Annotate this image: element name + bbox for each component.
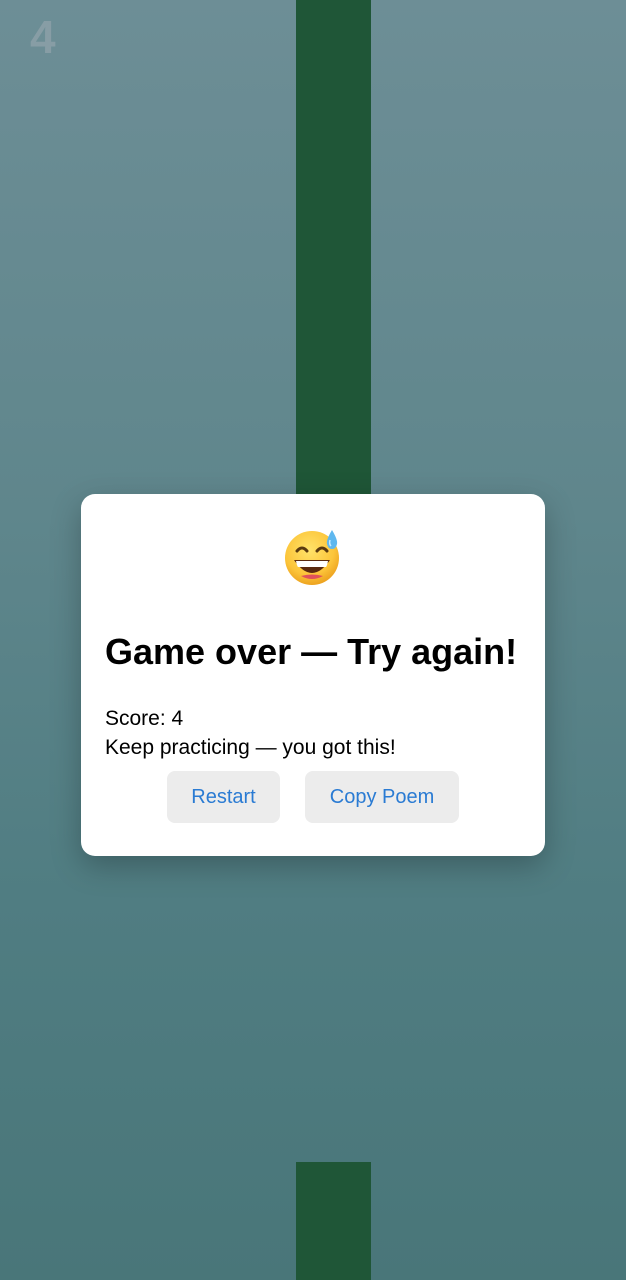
copy-poem-button[interactable]: Copy Poem xyxy=(305,771,459,823)
dialog-title: Game over — Try again! xyxy=(105,631,518,672)
score-counter: 4 xyxy=(30,11,56,63)
game-over-dialog: Game over — Try again! Score: 4 Keep pra… xyxy=(81,494,545,856)
pipe-bottom xyxy=(296,1162,371,1280)
game-stage[interactable]: 4 Game over — Try again! Score: 4 Keep p… xyxy=(0,0,626,1280)
final-score-text: Score: 4 xyxy=(105,707,184,730)
restart-button[interactable]: Restart xyxy=(167,771,280,823)
pipe-top xyxy=(296,0,371,494)
grinning-face-with-sweat-icon xyxy=(81,526,545,586)
encouragement-text: Keep practicing — you got this! xyxy=(105,736,396,759)
